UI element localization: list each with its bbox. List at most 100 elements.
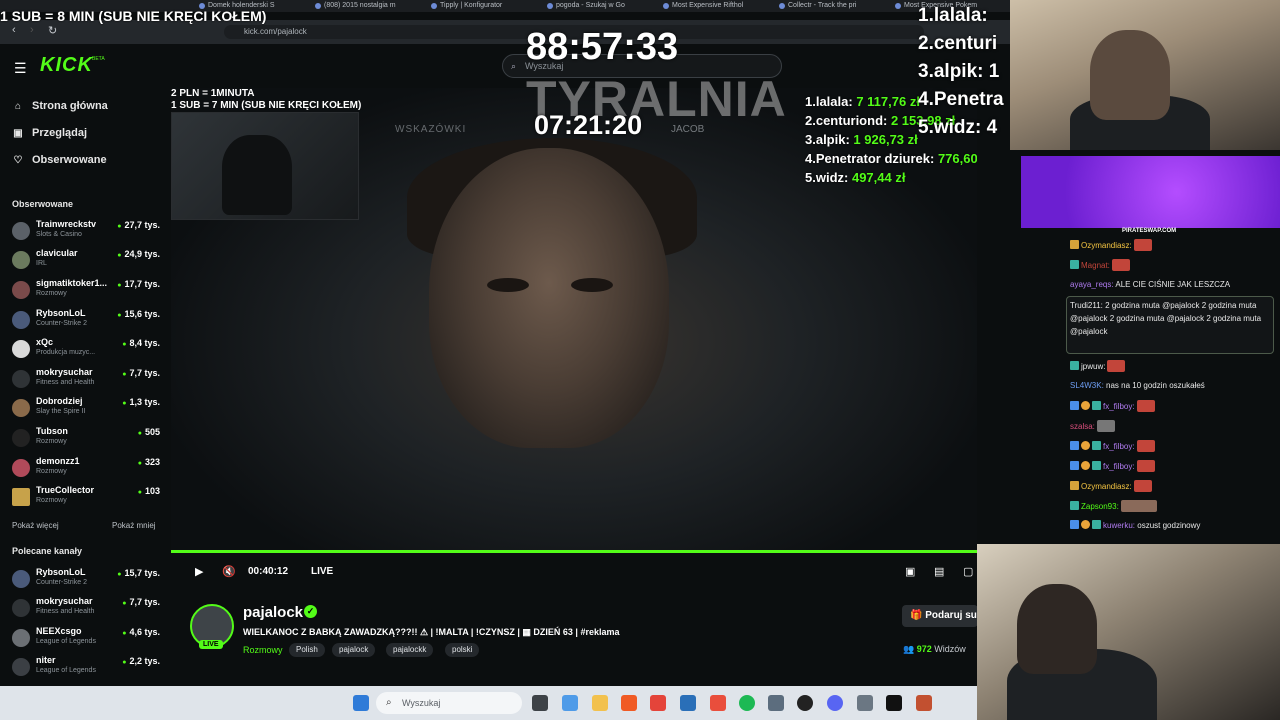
badge-icon (1081, 461, 1090, 470)
tag-chip[interactable]: polski (445, 643, 480, 657)
chat-username[interactable]: SL4W3K: (1070, 381, 1104, 390)
pip-icon[interactable]: ▣ (905, 565, 915, 578)
reload-icon[interactable]: ↻ (48, 24, 57, 37)
recommended-channel[interactable]: niter League of Legends 2,2 tys. (12, 655, 160, 683)
followed-channel[interactable]: Trainwreckstv Slots & Casino 27,7 tys. (12, 219, 160, 247)
donor-name: 2.centuriond: (805, 113, 888, 128)
chat-username[interactable]: Magnat: (1081, 261, 1110, 270)
nav-browse[interactable]: ▣ Przeglądaj (12, 127, 87, 139)
chrome-icon[interactable] (650, 695, 666, 711)
channel-name: xQc (36, 337, 54, 347)
avatar (12, 429, 30, 447)
play-icon[interactable]: ▶ (195, 565, 203, 578)
followed-channel[interactable]: xQc Produkcja muzyc... 8,4 tys. (12, 337, 160, 365)
back-icon[interactable]: ‹ (12, 24, 16, 36)
calculator-icon[interactable] (857, 695, 873, 711)
chat-username[interactable]: Zapson93: (1081, 502, 1119, 511)
kick-logo[interactable]: KICK (40, 54, 93, 77)
followed-channel[interactable]: sigmatiktoker1... Rozmowy 17,7 tys. (12, 278, 160, 306)
search-icon: ⌕ (511, 61, 517, 71)
chat-message: ayaya_reqs: ALE CIE CIŚNIE JAK LESZCZA (1070, 279, 1230, 290)
followed-channel[interactable]: RybsonLoL Counter-Strike 2 15,6 tys. (12, 308, 160, 336)
chat-username[interactable]: Trudi211: (1070, 301, 1103, 310)
theater-icon[interactable]: ▤ (934, 565, 944, 578)
donor-amount: 7 117,76 zł (856, 94, 920, 109)
chat-username[interactable]: Ozymandiasz: (1081, 241, 1132, 250)
channel-name: Dobrodziej (36, 396, 83, 406)
store-icon[interactable] (680, 695, 696, 711)
nav-home[interactable]: ⌂ Strona główna (12, 100, 108, 112)
followed-channel[interactable]: TrueCollector Rozmowy 103 (12, 485, 160, 513)
browser-tab[interactable]: Most Expensive Rifthol (660, 0, 772, 12)
streamer-webcam (1010, 0, 1280, 150)
tag-chip[interactable]: pajalock (332, 643, 376, 657)
brave-icon[interactable] (621, 695, 637, 711)
channel-name: TrueCollector (36, 485, 95, 495)
spotify-icon[interactable] (739, 695, 755, 711)
obs-icon[interactable] (797, 695, 813, 711)
badge-icon (1070, 520, 1079, 529)
stream-category[interactable]: Rozmowy (243, 645, 283, 655)
menu-icon[interactable]: ☰ (14, 60, 27, 77)
chat-username[interactable]: ayaya_reqs: (1070, 280, 1114, 289)
app-icon[interactable] (916, 695, 932, 711)
app-icon[interactable] (768, 695, 784, 711)
mute-icon[interactable]: 🔇 (222, 565, 236, 578)
chat-username[interactable]: fx_filboy: (1103, 442, 1135, 451)
followed-channel[interactable]: clavicular IRL 24,9 tys. (12, 248, 160, 276)
rank-row: 2.centurі (918, 33, 998, 54)
app-icon[interactable] (710, 695, 726, 711)
forward-icon[interactable]: › (30, 24, 34, 36)
show-less-link[interactable]: Pokaż mniej (112, 521, 156, 530)
file-explorer-icon[interactable] (592, 695, 608, 711)
viewer-counter: 👥 972 Widzów (903, 644, 966, 655)
recommended-channel[interactable]: NEEXcsgo League of Legends 4,6 tys. (12, 626, 160, 654)
discord-icon[interactable] (827, 695, 843, 711)
tag-chip[interactable]: pajalockk (386, 643, 434, 657)
chat-username[interactable]: kuwerku: (1103, 521, 1135, 530)
followed-channel[interactable]: Tubson Rozmowy 505 (12, 426, 160, 454)
followed-channel[interactable]: mokrysuchar Fitness and Health 7,7 tys. (12, 367, 160, 395)
streamer-name[interactable]: pajalock (243, 604, 303, 621)
copilot-icon[interactable] (562, 695, 578, 711)
browser-tab[interactable]: Collectr - Track the pri (776, 0, 888, 12)
chat-username[interactable]: jpwuw: (1081, 362, 1105, 371)
taskbar-search[interactable]: ⌕ Wyszukaj (376, 692, 522, 714)
channel-category: Fitness and Health (36, 608, 95, 615)
channel-category: Slots & Casino (36, 231, 82, 238)
channel-category: Counter-Strike 2 (36, 320, 87, 327)
followed-channel[interactable]: Dobrodziej Slay the Spire II 1,3 tys. (12, 396, 160, 424)
browser-tab[interactable]: pogoda - Szukaj w Go (544, 0, 656, 12)
gift-sub-label: Podaruj su (925, 610, 977, 621)
task-view-icon[interactable] (532, 695, 548, 711)
app-icon[interactable] (886, 695, 902, 711)
home-icon: ⌂ (14, 100, 22, 112)
chat-username[interactable]: szalsa: (1070, 422, 1095, 431)
donor-row: 5.widz: 497,44 zł (805, 168, 977, 187)
live-indicator[interactable]: LIVE (311, 566, 333, 577)
viewer-count: 15,7 tys. (117, 568, 160, 578)
rules-line: 1 SUB = 7 MIN (SUB NIE KRĘCI KOŁEM) (171, 100, 362, 111)
followed-channel[interactable]: demonzz1 Rozmowy 323 (12, 456, 160, 484)
nav-following[interactable]: ♡ Obserwowane (12, 154, 107, 166)
channel-name: RybsonLoL (36, 308, 86, 318)
channel-name: sigmatiktoker1... (36, 278, 108, 288)
fullscreen-icon[interactable]: ▢ (963, 565, 973, 578)
avatar (12, 459, 30, 477)
live-badge: LIVE (199, 640, 223, 649)
chat-username[interactable]: Ozymandiasz: (1081, 482, 1132, 491)
search-icon: ⌕ (386, 697, 392, 708)
chat-username[interactable]: fx_filboy: (1103, 462, 1135, 471)
chat-username[interactable]: fx_filboy: (1103, 402, 1135, 411)
browser-tab[interactable]: (808) 2015 nostalgia m (312, 0, 424, 12)
show-more-link[interactable]: Pokaż więcej (12, 521, 59, 530)
start-icon[interactable] (353, 695, 369, 711)
browser-tab[interactable]: Tipply | Konfigurator (428, 0, 540, 12)
video-player[interactable]: 2 PLN = 1MINUTA 1 SUB = 7 MIN (SUB NIE K… (171, 88, 977, 550)
tag-chip[interactable]: Polish (289, 643, 325, 657)
nav-label: Obserwowane (32, 154, 107, 166)
channel-category: Slay the Spire II (36, 408, 86, 415)
gift-sub-button[interactable]: 🎁 Podaruj su (902, 605, 978, 627)
recommended-channel[interactable]: RybsonLoL Counter-Strike 2 15,7 tys. (12, 567, 160, 595)
recommended-channel[interactable]: mokrysuchar Fitness and Health 7,7 tys. (12, 596, 160, 624)
